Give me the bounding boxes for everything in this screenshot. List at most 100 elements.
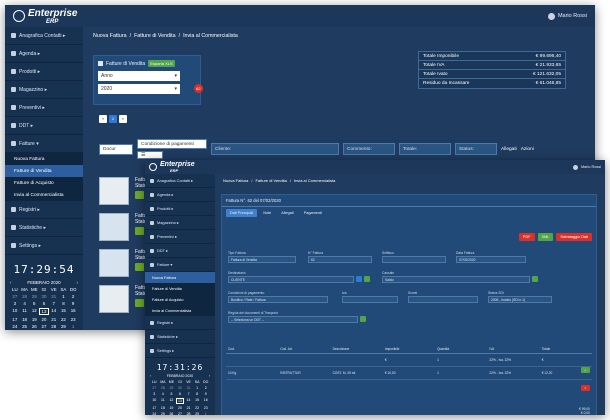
sidebar-item-agenda[interactable]: Agenda ▸ bbox=[5, 45, 83, 63]
export-xls-button[interactable]: Esporta XLS bbox=[148, 60, 175, 67]
commento-input[interactable]: Commento: bbox=[343, 143, 395, 155]
calendar-day[interactable]: 17 bbox=[150, 406, 159, 410]
calendar-day[interactable]: 1 bbox=[201, 412, 210, 415]
breadcrumb-item[interactable]: Fatture di Vendita bbox=[134, 33, 176, 39]
cliente-input[interactable]: Cliente: bbox=[211, 143, 339, 155]
calendar-day[interactable]: 7 bbox=[184, 392, 193, 396]
calendar-day[interactable]: 27 bbox=[39, 324, 49, 329]
calendar-day[interactable]: 6 bbox=[39, 301, 49, 306]
add-line-button[interactable]: + bbox=[580, 367, 590, 373]
add-icon[interactable] bbox=[360, 316, 366, 322]
breadcrumb-item[interactable]: Nuova Fattura bbox=[223, 178, 248, 183]
sidebar-item-ddt[interactable]: DDT ▸ bbox=[145, 244, 215, 258]
submenu-invia-commercialista[interactable]: Invia al Commercialista bbox=[5, 189, 83, 201]
calendar-day[interactable]: 1 bbox=[193, 386, 202, 390]
table-row[interactable]: € 1 22% - Iva. 22% € bbox=[226, 354, 592, 367]
breadcrumb-item[interactable]: Fatture di Vendita bbox=[255, 178, 286, 183]
calendar-day[interactable]: 9 bbox=[68, 301, 78, 306]
calendar-day[interactable]: 4 bbox=[159, 392, 168, 396]
sidebar-item-agenda[interactable]: Agenda ▸ bbox=[145, 188, 215, 202]
sidebar-item-prodotti[interactable]: Prodotti ▸ bbox=[145, 202, 215, 216]
calendar-day[interactable]: 29 bbox=[59, 324, 69, 329]
calendar-day[interactable]: 26 bbox=[29, 324, 39, 329]
calendar-day[interactable]: 12 bbox=[29, 308, 39, 315]
sidebar-item-settings[interactable]: Settings ▸ bbox=[145, 344, 215, 358]
recipient-input[interactable]: CLIENTE bbox=[228, 276, 354, 283]
xml-button[interactable]: XML bbox=[537, 233, 554, 241]
calendar-day[interactable]: 1 bbox=[59, 294, 69, 299]
pager-page[interactable]: 1 bbox=[109, 115, 117, 123]
calendar-day[interactable]: 5 bbox=[29, 301, 39, 306]
sidebar-item-prodotti[interactable]: Prodotti ▸ bbox=[5, 63, 83, 81]
calendar-day[interactable]: 11 bbox=[20, 308, 30, 315]
prev-month-icon[interactable]: ‹ bbox=[10, 280, 11, 285]
calendar-day[interactable]: 23 bbox=[201, 406, 210, 410]
app-logo[interactable]: Enterprise ERP bbox=[149, 161, 195, 174]
calendar-day[interactable]: 21 bbox=[184, 406, 193, 410]
calendar-day[interactable]: 16 bbox=[201, 398, 210, 404]
sidebar-item-anagrafica[interactable]: Anagrafica Contatti ▸ bbox=[5, 27, 83, 45]
tab-note[interactable]: Note bbox=[259, 209, 275, 217]
calendar-day[interactable]: 14 bbox=[49, 308, 59, 315]
sidebar-item-statistiche[interactable]: Statistiche ▸ bbox=[145, 330, 215, 344]
prev-month-icon[interactable]: ‹ bbox=[150, 374, 151, 378]
calendar-day[interactable]: 13 bbox=[175, 398, 185, 404]
sidebar-item-ddt[interactable]: DDT ▸ bbox=[5, 117, 83, 135]
sdi-status-select[interactable]: 2006 - Inviato (SDI n.1) bbox=[488, 296, 552, 303]
add-icon[interactable] bbox=[364, 276, 370, 282]
calendar-day[interactable]: 24 bbox=[150, 412, 159, 415]
sidebar-item-registri[interactable]: Registri ▸ bbox=[5, 201, 83, 219]
calendar-day[interactable]: 7 bbox=[49, 301, 59, 306]
calendar-day[interactable]: 27 bbox=[10, 294, 20, 299]
status-select[interactable]: Status: bbox=[455, 143, 497, 155]
add-icon[interactable] bbox=[532, 276, 538, 282]
sidebar-item-fatture[interactable]: Fatture ▾ bbox=[5, 135, 83, 153]
sidebar-item-fatture[interactable]: Fatture ▾ bbox=[145, 258, 215, 272]
calendar-day[interactable]: 21 bbox=[49, 317, 59, 322]
save-data-button[interactable]: Salvataggio Dati bbox=[556, 233, 592, 241]
calendar-day[interactable]: 11 bbox=[159, 398, 168, 404]
tab-pagamenti[interactable]: Pagamenti bbox=[300, 209, 326, 217]
payment-conditions-select[interactable]: Bonifico / Rate / Fattura bbox=[228, 296, 328, 303]
calendar-day[interactable]: 22 bbox=[59, 317, 69, 322]
pager-prev[interactable]: « bbox=[99, 115, 107, 123]
next-month-icon[interactable]: › bbox=[77, 280, 78, 285]
invoice-number-input[interactable]: 62 bbox=[308, 256, 372, 263]
submenu-fatture-acquisto[interactable]: Fatture di Acquisto bbox=[145, 294, 215, 305]
calendar-day[interactable]: 31 bbox=[184, 386, 193, 390]
submenu-invia-commercialista[interactable]: Invia al Commercialista bbox=[145, 305, 215, 316]
sidebar-item-preventivi[interactable]: Preventivi ▸ bbox=[145, 230, 215, 244]
calendar-day[interactable]: 26 bbox=[167, 412, 176, 415]
calendar-day[interactable]: 8 bbox=[193, 392, 202, 396]
next-month-icon[interactable]: › bbox=[209, 374, 210, 378]
sidebar-item-magazzino[interactable]: Magazzino ▸ bbox=[5, 81, 83, 99]
year-select[interactable]: 2020 ▾ bbox=[98, 84, 180, 94]
calendar-day[interactable]: 10 bbox=[10, 308, 20, 315]
totale-input[interactable]: Totale: bbox=[399, 143, 451, 155]
calendar-day[interactable]: 30 bbox=[39, 294, 49, 299]
calendar-day[interactable]: 8 bbox=[59, 301, 69, 306]
suffix-input[interactable] bbox=[382, 256, 446, 263]
year-label-select[interactable]: Anno ▾ bbox=[98, 71, 180, 81]
sidebar-item-magazzino[interactable]: Magazzino ▸ bbox=[145, 216, 215, 230]
sidebar-item-registri[interactable]: Registri ▸ bbox=[145, 316, 215, 330]
invoice-date-input[interactable]: 07/02/2020 bbox=[456, 256, 526, 263]
conditions-select[interactable]: Condizione di pagamenti bbox=[137, 139, 207, 149]
calendar-day[interactable]: 29 bbox=[29, 294, 39, 299]
calendar-day[interactable]: 10 bbox=[150, 398, 159, 404]
calendar-day[interactable]: 28 bbox=[49, 324, 59, 329]
submenu-fatture-acquisto[interactable]: Fatture di Acquisto bbox=[5, 177, 83, 189]
calendar-day[interactable]: 3 bbox=[10, 301, 20, 306]
calendar-day[interactable]: 29 bbox=[167, 386, 176, 390]
submenu-fatture-vendita[interactable]: Fatture di Vendita bbox=[5, 165, 83, 177]
discount-input[interactable] bbox=[408, 296, 478, 303]
sidebar-item-settings[interactable]: Settings ▸ bbox=[5, 237, 83, 255]
delete-line-button[interactable]: × bbox=[580, 385, 590, 391]
ddt-select[interactable]: -- Seleziona un DDT -- bbox=[228, 316, 358, 323]
iva-input[interactable] bbox=[342, 296, 398, 303]
calendar-day[interactable]: 17 bbox=[10, 317, 20, 322]
calendar-day[interactable]: 28 bbox=[184, 412, 193, 415]
calendar-day[interactable]: 28 bbox=[159, 386, 168, 390]
calendar-day[interactable]: 4 bbox=[20, 301, 30, 306]
breadcrumb-item[interactable]: Nuova Fattura bbox=[93, 33, 127, 39]
